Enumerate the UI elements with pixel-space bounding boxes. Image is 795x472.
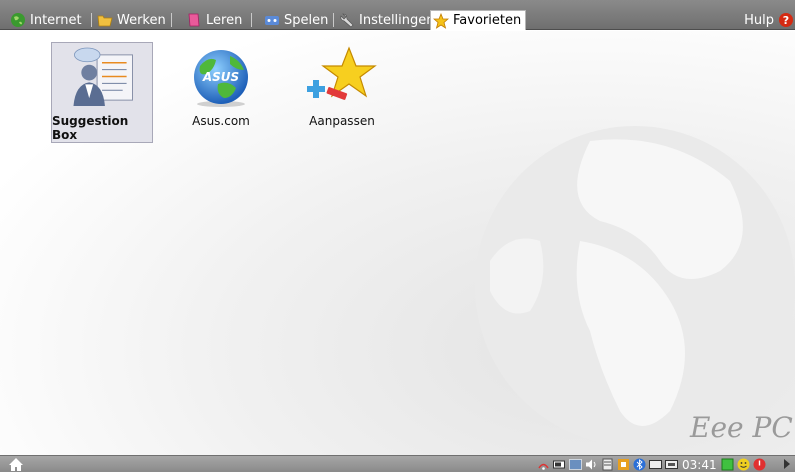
- keyboard-layout-icon[interactable]: [569, 458, 582, 471]
- svg-text:ASUS: ASUS: [202, 70, 239, 84]
- network-icon[interactable]: [617, 458, 630, 471]
- folder-icon: [97, 15, 113, 27]
- eee-pc-logo: Eee PC: [690, 411, 793, 444]
- tab-separator: [171, 13, 172, 27]
- app-suggestion-box[interactable]: Suggestion Box: [51, 42, 153, 143]
- tab-label: Werken: [117, 12, 166, 28]
- book-icon: [188, 13, 200, 27]
- wifi-icon[interactable]: [537, 458, 550, 471]
- globe-icon: [11, 13, 25, 27]
- game-icon: [265, 16, 279, 25]
- help-label: Hulp: [744, 12, 774, 28]
- suggestion-box-icon: [73, 47, 133, 107]
- tab-label: Favorieten: [453, 13, 522, 28]
- arrow-right-icon[interactable]: [783, 459, 791, 469]
- tab-werken[interactable]: Werken: [95, 10, 170, 30]
- tab-label: Instellingen: [359, 12, 435, 28]
- tab-separator: [251, 13, 252, 27]
- tab-favorieten[interactable]: Favorieten: [430, 10, 527, 30]
- clock[interactable]: 03:41: [682, 458, 717, 472]
- tab-separator: [333, 13, 334, 27]
- app-label: Suggestion Box: [52, 114, 129, 142]
- smiley-icon[interactable]: [737, 458, 750, 471]
- app-asus-com[interactable]: ASUS Asus.com: [170, 42, 272, 143]
- volume-icon[interactable]: [585, 458, 598, 471]
- storage-icon[interactable]: [601, 458, 614, 471]
- tab-instellingen[interactable]: Instellingen: [337, 10, 439, 30]
- wrench-icon: [340, 13, 354, 28]
- tab-leren[interactable]: Leren: [184, 10, 246, 30]
- tab-label: Leren: [206, 12, 243, 28]
- power-icon[interactable]: [753, 458, 766, 471]
- help-button[interactable]: Hulp ?: [744, 11, 793, 29]
- tab-spelen[interactable]: Spelen: [262, 10, 332, 30]
- category-tab-bar: Internet Werken Leren Spelen Instellinge…: [0, 0, 795, 30]
- resolution-icon[interactable]: [665, 458, 678, 471]
- home-icon[interactable]: [8, 457, 24, 472]
- tab-separator: [91, 13, 92, 27]
- tab-label: Spelen: [284, 12, 329, 28]
- app-aanpassen[interactable]: Aanpassen: [291, 42, 393, 143]
- system-tray: 03:41: [537, 457, 769, 472]
- help-icon: ?: [779, 13, 793, 27]
- globe-watermark-icon: [475, 126, 795, 446]
- tab-label: Internet: [30, 12, 82, 28]
- bluetooth-icon[interactable]: [633, 458, 646, 471]
- desktop-area: Eee PC Suggestion Box ASUS Asus.com Aanp…: [0, 31, 795, 455]
- battery-icon[interactable]: [553, 458, 566, 471]
- customize-star-icon: [307, 46, 377, 100]
- star-icon: [433, 12, 449, 29]
- taskbar: 03:41: [0, 455, 795, 472]
- app-label: Aanpassen: [309, 114, 375, 128]
- asus-globe-icon: ASUS: [194, 50, 248, 107]
- tab-internet[interactable]: Internet: [8, 10, 86, 30]
- notes-icon[interactable]: [721, 458, 734, 471]
- display-icon[interactable]: [649, 458, 662, 471]
- app-label: Asus.com: [192, 114, 250, 128]
